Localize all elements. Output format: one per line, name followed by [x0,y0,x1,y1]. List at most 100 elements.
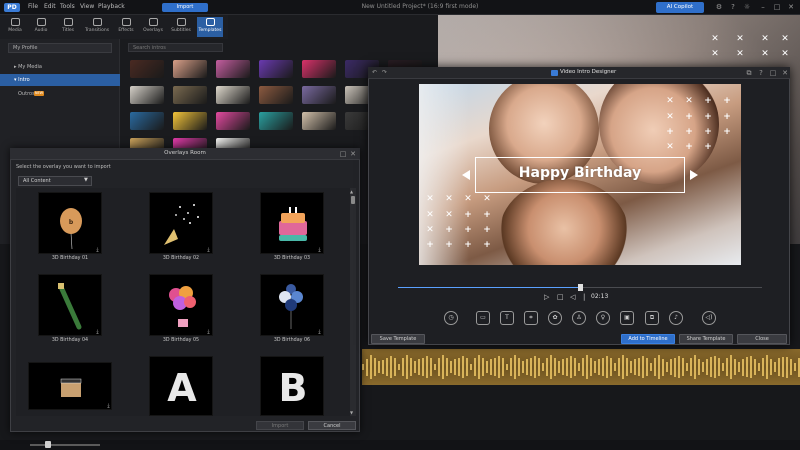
template-thumbnail[interactable] [130,86,164,104]
overlay-thumb-9[interactable]: B [260,356,324,416]
template-thumbnail[interactable] [216,86,250,104]
tab-templates[interactable]: Templates [197,17,223,37]
play-icon[interactable]: ▷ [544,293,549,301]
minimize-icon[interactable]: – [758,2,768,12]
maximize-icon[interactable]: □ [768,68,778,78]
tree-item-my-media[interactable]: ▸ My Media [14,64,42,70]
tree-item-outros[interactable]: Outros [18,91,35,97]
menu-file[interactable]: File [28,3,38,10]
download-icon[interactable]: ⤓ [206,248,211,253]
intro-title-text[interactable]: Happy Birthday [475,165,685,181]
clock-icon[interactable]: ◷ [444,311,458,325]
download-icon[interactable]: ⤓ [317,248,322,253]
menu-tools[interactable]: Tools [60,3,75,10]
template-thumbnail[interactable] [302,60,336,78]
text-icon[interactable]: T [500,311,514,325]
tab-overlays[interactable]: Overlays [140,17,166,37]
help-icon[interactable]: ? [728,2,738,12]
tab-effects[interactable]: Effects [113,17,139,37]
scrollbar-thumb[interactable] [351,196,355,204]
search-input[interactable]: Search intros [128,43,223,52]
content-filter-select[interactable]: All Content [18,176,92,186]
help-icon[interactable]: ? [756,68,766,78]
settings-icon[interactable]: ⚙ [714,2,724,12]
template-thumbnail[interactable] [173,112,207,130]
undo-icon[interactable]: ↶ [372,69,377,76]
overlay-thumb-5[interactable] [149,274,213,336]
add-to-timeline-button[interactable]: Add to Timeline [621,334,675,344]
menu-edit[interactable]: Edit [44,3,56,10]
template-thumbnail[interactable] [216,60,250,78]
waveform-bar [366,358,368,376]
menu-playback[interactable]: Playback [98,3,125,10]
close-icon[interactable]: ✕ [348,149,358,159]
redo-icon[interactable]: ↷ [382,69,387,76]
profile-select[interactable]: My Profile [8,43,112,53]
template-thumbnail[interactable] [259,60,293,78]
download-icon[interactable]: ⤓ [106,404,111,409]
scroll-down-icon[interactable]: ▼ [350,410,353,415]
overlay-thumb-2[interactable] [149,192,213,254]
scroll-up-icon[interactable]: ▲ [350,189,353,194]
overlay-thumb-8[interactable]: A [149,356,213,416]
template-thumbnail[interactable] [130,60,164,78]
template-thumbnail[interactable] [259,86,293,104]
prev-frame-icon[interactable]: ◁ [570,293,575,301]
effect-icon[interactable]: ♙ [572,311,586,325]
menu-view[interactable]: View [80,3,94,10]
timeline-zoom-slider[interactable] [30,444,100,446]
close-window-icon[interactable]: ✕ [786,2,796,12]
overlay-thumb-4[interactable] [38,274,102,336]
overlay-scrollbar[interactable] [350,188,356,416]
download-icon[interactable]: ⤓ [95,330,100,335]
download-icon[interactable]: ⤓ [206,330,211,335]
tree-item-intro[interactable]: ▾ Intro [14,77,30,83]
close-button[interactable]: Close [737,334,787,344]
ai-copilot-button[interactable]: AI Copilot [656,2,704,13]
tab-audio[interactable]: Audio [28,17,54,37]
cross-decoration-icon: ✕ [426,210,434,220]
tab-subtitles[interactable]: Subtitles [168,17,194,37]
scrubber-knob[interactable] [578,284,583,291]
template-thumbnail[interactable] [259,112,293,130]
template-thumbnail[interactable] [302,86,336,104]
template-thumbnail[interactable] [302,112,336,130]
overlay-thumb-1[interactable]: b [38,192,102,254]
scene-icon[interactable]: ▭ [476,311,490,325]
share-template-button[interactable]: Share Template [679,334,733,344]
volume-icon[interactable]: ◁) [702,311,716,325]
notification-icon[interactable]: ☼ [742,2,752,12]
crop-icon[interactable]: ⌗ [524,311,538,325]
download-icon[interactable]: ⤓ [95,248,100,253]
tab-transitions[interactable]: Transitions [84,17,110,37]
plus-decoration-icon: + [445,240,453,250]
close-icon[interactable]: ✕ [780,68,790,78]
timeline-zoom-knob[interactable] [45,441,51,448]
audio-track-clip[interactable] [362,349,800,385]
overlay-thumb-6[interactable] [260,274,324,336]
waveform-bar [778,358,780,376]
narration-icon[interactable]: ♀ [596,311,610,325]
music-icon[interactable]: ♪ [669,311,683,325]
template-thumbnail[interactable] [130,112,164,130]
template-thumbnail[interactable] [216,112,250,130]
cancel-button[interactable]: Cancel [308,421,356,430]
overlay-thumb-3[interactable] [260,192,324,254]
download-icon[interactable]: ⤓ [317,330,322,335]
maximize-icon[interactable]: □ [772,2,782,12]
template-thumbnail[interactable] [173,60,207,78]
overlay-icon[interactable]: ⧉ [645,311,659,325]
tab-media[interactable]: Media [2,17,28,37]
waveform-bar [526,359,528,375]
overlay-thumb-7[interactable] [28,362,112,410]
import-overlay-button[interactable]: Import [256,421,304,430]
share-icon[interactable]: ⧉ [744,68,754,78]
sticker-icon[interactable]: ✿ [548,311,562,325]
save-template-button[interactable]: Save Template [371,334,425,344]
maximize-icon[interactable]: □ [338,149,348,159]
image-icon[interactable]: ▣ [620,311,634,325]
import-button[interactable]: Import [162,3,208,12]
tab-titles[interactable]: Titles [55,17,81,37]
stop-icon[interactable]: □ [557,293,564,301]
template-thumbnail[interactable] [173,86,207,104]
